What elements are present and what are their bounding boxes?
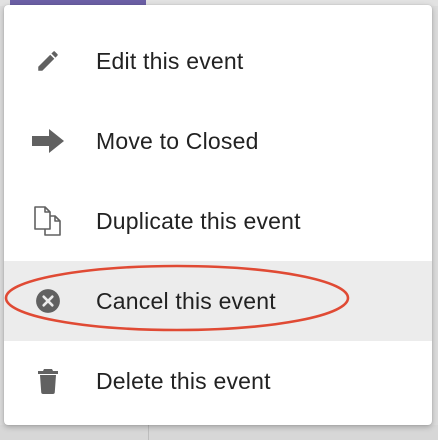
menu-item-label: Delete this event (96, 367, 271, 394)
pencil-icon (30, 43, 66, 79)
background-bottom-strip (0, 425, 438, 440)
menu-item-label: Edit this event (96, 47, 244, 74)
menu-item-cancel-event[interactable]: Cancel this event (4, 261, 432, 341)
trash-icon (30, 363, 66, 399)
background-divider (148, 425, 149, 440)
duplicate-icon (30, 203, 66, 239)
arrow-right-icon (30, 123, 66, 159)
menu-item-label: Cancel this event (96, 287, 276, 314)
menu-item-label: Duplicate this event (96, 207, 301, 234)
menu-item-duplicate-event[interactable]: Duplicate this event (4, 181, 432, 261)
menu-item-edit-event[interactable]: Edit this event (4, 21, 432, 101)
menu-item-delete-event[interactable]: Delete this event (4, 341, 432, 421)
menu-item-label: Move to Closed (96, 127, 259, 154)
menu-item-move-to-closed[interactable]: Move to Closed (4, 101, 432, 181)
event-actions-menu: Edit this event Move to Closed Duplicate… (4, 5, 432, 425)
cancel-circle-icon (30, 283, 66, 319)
